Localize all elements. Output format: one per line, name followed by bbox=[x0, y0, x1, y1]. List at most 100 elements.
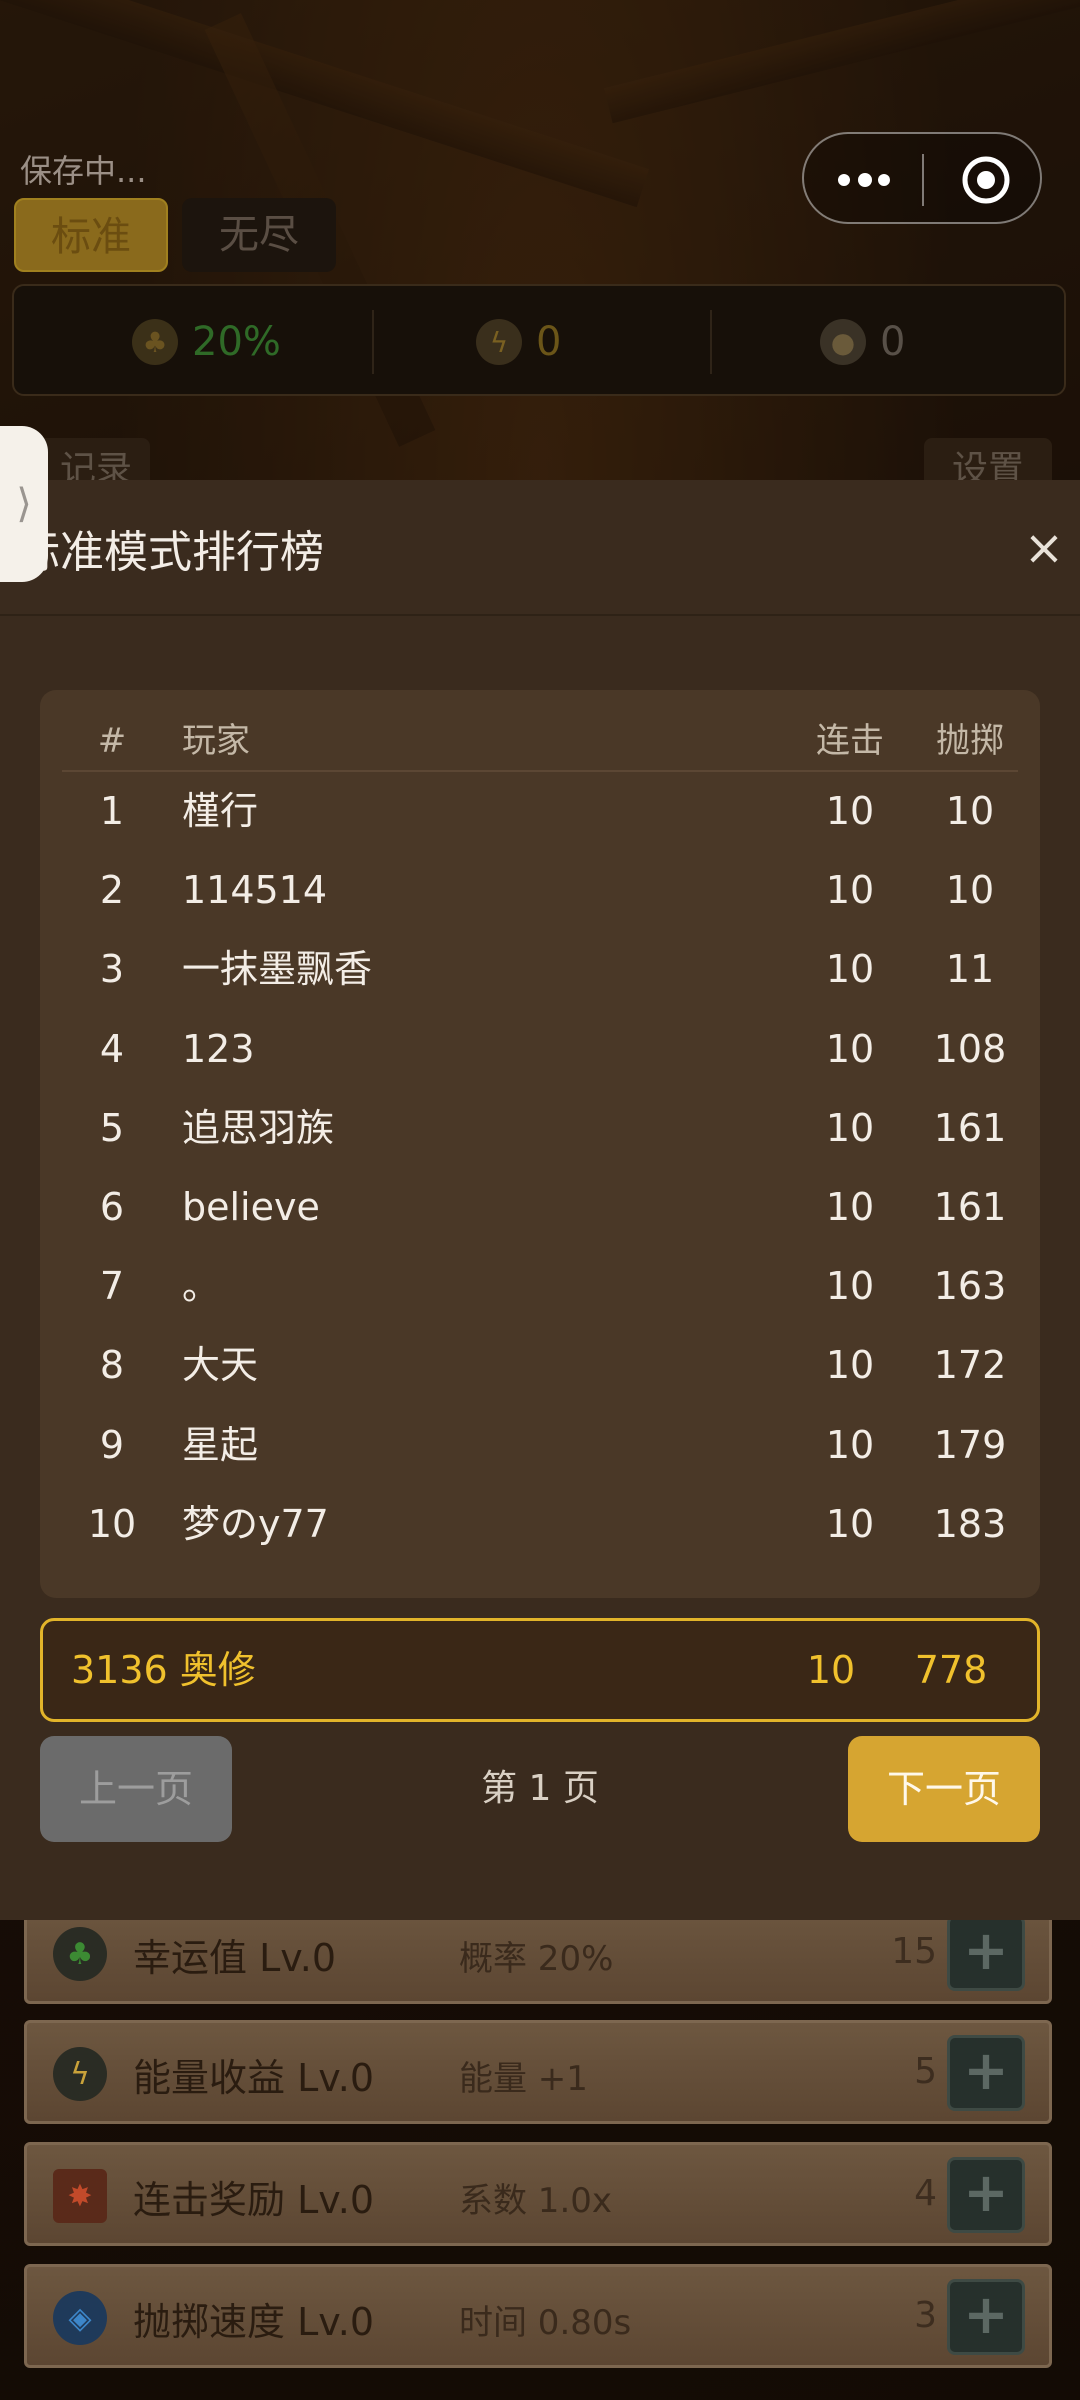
player-cell: 梦のy77 bbox=[182, 1501, 329, 1546]
energy-value: 0 bbox=[536, 319, 562, 365]
throws-cell: 161 bbox=[933, 1105, 1007, 1150]
rank-cell: 9 bbox=[99, 1422, 125, 1467]
table-row: 6 believe 10 161 bbox=[62, 1168, 1018, 1247]
more-dot-icon bbox=[838, 174, 850, 186]
close-miniprogram-icon[interactable] bbox=[960, 154, 1012, 206]
rank-cell: 4 bbox=[99, 1026, 125, 1071]
player-cell: believe bbox=[182, 1185, 320, 1229]
upgrade-desc: 时间 0.80s bbox=[459, 2303, 632, 2343]
stat-coins: ● 0 bbox=[820, 314, 905, 370]
my-rank-row: 3136 奥修 10 778 bbox=[40, 1618, 1040, 1722]
more-dot-icon bbox=[878, 174, 890, 186]
stats-divider bbox=[710, 310, 712, 374]
next-page-button[interactable]: 下一页 bbox=[848, 1736, 1040, 1842]
col-combo-header: 连击 bbox=[816, 721, 884, 761]
rank-cell: 8 bbox=[99, 1343, 125, 1388]
col-rank-header: # bbox=[97, 721, 127, 761]
combo-cell: 10 bbox=[825, 1343, 875, 1388]
throws-cell: 163 bbox=[933, 1264, 1007, 1309]
combo-cell: 10 bbox=[825, 868, 875, 913]
rank-cell: 6 bbox=[99, 1185, 125, 1229]
save-status: 保存中... bbox=[20, 152, 147, 190]
upgrade-item: ✸ 连击奖励 Lv.0 系数 1.0x 4 + bbox=[24, 2142, 1052, 2246]
table-row: 2 114514 10 10 bbox=[62, 851, 1018, 930]
my-throws: 778 bbox=[914, 1648, 988, 1692]
capsule-divider bbox=[922, 154, 924, 206]
combo-cell: 10 bbox=[825, 1026, 875, 1071]
rank-cell: 7 bbox=[99, 1264, 125, 1309]
throws-cell: 11 bbox=[945, 947, 995, 992]
lightning-icon: ϟ bbox=[476, 319, 522, 365]
upgrade-item: ◈ 抛掷速度 Lv.0 时间 0.80s 3 + bbox=[24, 2264, 1052, 2368]
pagination: 上一页 第 1 页 下一页 bbox=[40, 1736, 1040, 1842]
player-cell: 追思羽族 bbox=[182, 1105, 335, 1150]
my-rank-name: 3136 奥修 bbox=[71, 1648, 256, 1692]
side-drawer-handle[interactable]: ⟩ bbox=[0, 426, 48, 582]
combo-cell: 10 bbox=[825, 1422, 875, 1467]
upgrade-cost: 3 bbox=[914, 2295, 937, 2336]
player-cell: 114514 bbox=[182, 868, 328, 913]
combo-cell: 10 bbox=[825, 1185, 875, 1229]
player-cell: 。 bbox=[182, 1264, 221, 1309]
leaderboard-table: # 玩家 连击 抛掷 1 槿行 10 10 2 114514 10 10 3 一抹墨飘香 10 11 4… bbox=[40, 690, 1040, 1598]
table-row: 5 追思羽族 10 161 bbox=[62, 1089, 1018, 1168]
tab-endless[interactable]: 无尽 bbox=[182, 198, 336, 272]
combo-cell: 10 bbox=[825, 1264, 875, 1309]
throws-cell: 161 bbox=[933, 1185, 1007, 1229]
prev-page-button[interactable]: 上一页 bbox=[40, 1736, 232, 1842]
rank-cell: 5 bbox=[99, 1105, 125, 1150]
player-cell: 一抹墨飘香 bbox=[182, 947, 373, 992]
panel-header: 标准模式排行榜 × bbox=[0, 480, 1080, 616]
more-dot-icon bbox=[858, 173, 872, 187]
table-row: 1 槿行 10 10 bbox=[62, 772, 1018, 851]
speed-swirl-icon: ◈ bbox=[53, 2291, 107, 2345]
rank-cell: 2 bbox=[99, 868, 125, 913]
throws-cell: 108 bbox=[933, 1026, 1007, 1071]
throws-cell: 183 bbox=[933, 1501, 1007, 1546]
page-indicator: 第 1 页 bbox=[481, 1768, 599, 1809]
player-cell: 星起 bbox=[182, 1422, 259, 1467]
table-row: 3 一抹墨飘香 10 11 bbox=[62, 930, 1018, 1009]
upgrade-plus-button[interactable]: + bbox=[947, 2157, 1025, 2233]
table-row: 8 大天 10 172 bbox=[62, 1326, 1018, 1405]
combo-cell: 10 bbox=[825, 1105, 875, 1150]
throws-cell: 179 bbox=[933, 1422, 1007, 1467]
combo-cell: 10 bbox=[825, 1501, 875, 1546]
throws-cell: 10 bbox=[945, 789, 995, 833]
tab-standard[interactable]: 标准 bbox=[14, 198, 168, 272]
leaderboard-panel: 标准模式排行榜 × # 玩家 连击 抛掷 1 槿行 10 10 2 114514 10 10 3… bbox=[0, 480, 1080, 1920]
rank-cell: 3 bbox=[99, 947, 125, 992]
coin-value: 0 bbox=[880, 319, 906, 365]
close-icon[interactable]: × bbox=[1020, 524, 1068, 572]
upgrade-desc: 系数 1.0x bbox=[459, 2181, 612, 2221]
leaderboard-body: # 玩家 连击 抛掷 1 槿行 10 10 2 114514 10 10 3 一抹墨飘香 10 11 4… bbox=[40, 690, 1040, 2078]
combo-cell: 10 bbox=[825, 789, 875, 833]
stat-luck: ♣ 20% bbox=[132, 314, 281, 370]
clover-icon: ♣ bbox=[132, 319, 178, 365]
rank-cell: 1 bbox=[99, 789, 125, 833]
my-combo: 10 bbox=[806, 1648, 856, 1692]
stats-divider bbox=[372, 310, 374, 374]
table-header: # 玩家 连击 抛掷 bbox=[62, 712, 1018, 772]
luck-value: 20% bbox=[192, 319, 281, 365]
col-player-header: 玩家 bbox=[182, 721, 250, 761]
player-cell: 大天 bbox=[182, 1343, 259, 1388]
throws-cell: 172 bbox=[933, 1343, 1007, 1388]
stat-energy: ϟ 0 bbox=[476, 314, 561, 370]
table-row: 9 星起 10 179 bbox=[62, 1406, 1018, 1485]
upgrade-cost: 4 bbox=[914, 2173, 937, 2214]
stats-bar: ♣ 20% ϟ 0 ● 0 bbox=[12, 284, 1066, 396]
coin-icon: ● bbox=[820, 319, 866, 365]
combo-cell: 10 bbox=[825, 947, 875, 992]
player-cell: 123 bbox=[182, 1026, 255, 1071]
more-menu-button[interactable] bbox=[834, 162, 894, 198]
upgrade-plus-button[interactable]: + bbox=[947, 2279, 1025, 2355]
rank-cell: 10 bbox=[87, 1501, 137, 1546]
chevron-right-icon: ⟩ bbox=[16, 481, 32, 527]
upgrade-name: 连击奖励 Lv.0 bbox=[133, 2178, 375, 2222]
leaderboard-title: 标准模式排行榜 bbox=[16, 527, 324, 578]
combo-burst-icon: ✸ bbox=[53, 2169, 107, 2223]
upgrade-name: 抛掷速度 Lv.0 bbox=[133, 2300, 375, 2344]
miniprogram-capsule bbox=[802, 132, 1042, 224]
col-throws-header: 抛掷 bbox=[936, 721, 1004, 761]
